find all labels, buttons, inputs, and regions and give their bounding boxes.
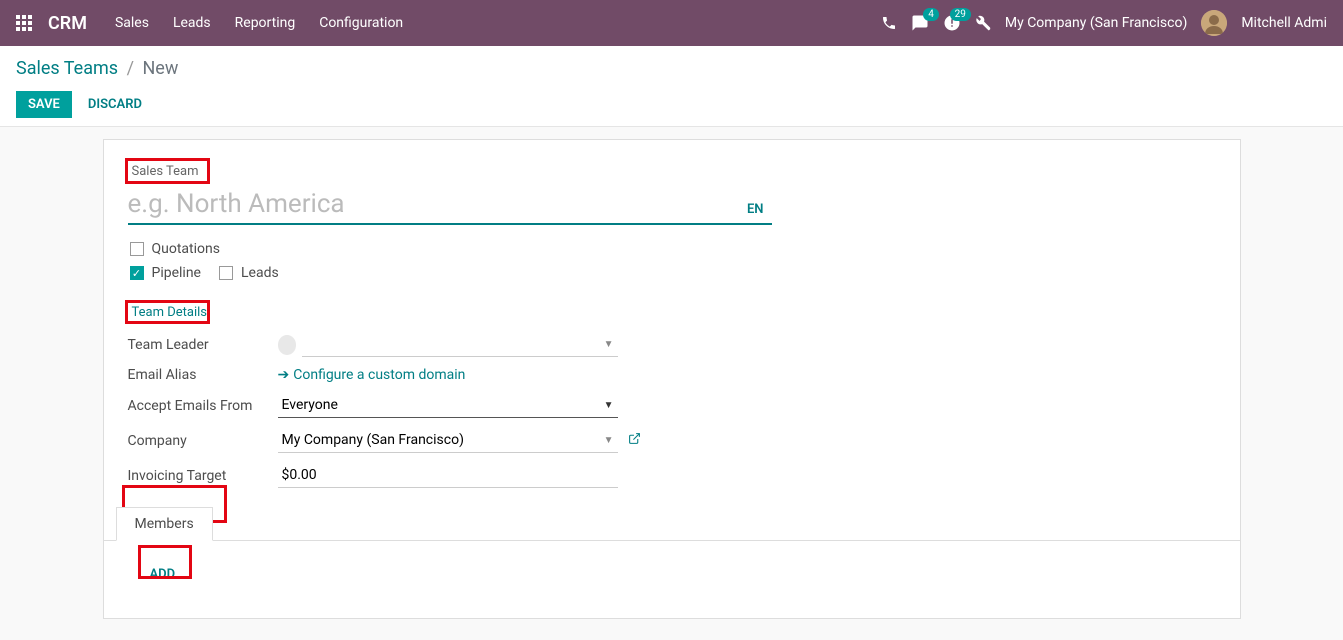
invoicing-target-label: Invoicing Target xyxy=(128,468,278,484)
configure-domain-link[interactable]: ➔ Configure a custom domain xyxy=(278,367,466,383)
tools-icon[interactable] xyxy=(975,15,991,31)
quotations-checkbox[interactable] xyxy=(130,242,144,256)
invoicing-target-input[interactable] xyxy=(278,463,618,488)
call-icon[interactable] xyxy=(881,15,897,31)
messages-badge: 4 xyxy=(923,8,939,21)
add-button[interactable]: ADD xyxy=(142,561,184,588)
tab-members[interactable]: Members xyxy=(116,507,213,541)
name-input[interactable] xyxy=(128,185,739,225)
discard-button[interactable]: DISCARD xyxy=(84,91,146,118)
quotations-label: Quotations xyxy=(152,241,220,257)
apps-icon[interactable] xyxy=(16,15,32,31)
user-name[interactable]: Mitchell Admi xyxy=(1241,15,1327,31)
email-alias-label: Email Alias xyxy=(128,367,278,383)
activities-badge: 29 xyxy=(950,8,971,21)
action-bar: Sales Teams / New SAVE DISCARD xyxy=(0,46,1343,127)
app-brand[interactable]: CRM xyxy=(48,13,87,34)
nav-item-reporting[interactable]: Reporting xyxy=(235,15,296,31)
name-field-label: Sales Team xyxy=(128,162,203,181)
team-leader-input[interactable] xyxy=(302,332,618,357)
nav-menu: Sales Leads Reporting Configuration xyxy=(115,15,403,31)
leads-label: Leads xyxy=(241,265,279,281)
team-leader-label: Team Leader xyxy=(128,337,278,353)
nav-item-configuration[interactable]: Configuration xyxy=(319,15,403,31)
company-selector[interactable]: My Company (San Francisco) xyxy=(1005,15,1187,31)
lang-button[interactable]: EN xyxy=(739,202,772,225)
team-details-title: Team Details xyxy=(128,303,212,322)
company-label: Company xyxy=(128,433,278,449)
accept-emails-select[interactable] xyxy=(278,393,618,418)
nav-item-leads[interactable]: Leads xyxy=(173,15,211,31)
save-button[interactable]: SAVE xyxy=(16,91,72,118)
team-leader-avatar xyxy=(278,335,296,355)
breadcrumb-parent[interactable]: Sales Teams xyxy=(16,58,118,79)
arrow-right-icon: ➔ xyxy=(278,367,290,383)
breadcrumb-current: New xyxy=(142,58,178,79)
nav-item-sales[interactable]: Sales xyxy=(115,15,149,31)
breadcrumb-sep: / xyxy=(127,58,134,79)
accept-emails-label: Accept Emails From xyxy=(128,398,278,414)
messages-icon[interactable]: 4 xyxy=(911,14,929,32)
avatar[interactable] xyxy=(1201,10,1227,36)
pipeline-checkbox[interactable]: ✓ xyxy=(130,266,144,280)
external-link-icon[interactable] xyxy=(628,432,641,449)
leads-checkbox[interactable] xyxy=(219,266,233,280)
breadcrumb: Sales Teams / New xyxy=(16,58,1327,79)
pipeline-label: Pipeline xyxy=(152,265,202,281)
top-navbar: CRM Sales Leads Reporting Configuration … xyxy=(0,0,1343,46)
company-input[interactable] xyxy=(278,428,618,453)
configure-domain-text: Configure a custom domain xyxy=(293,367,465,383)
form-sheet: Sales Team EN Quotations ✓ Pipeline Le xyxy=(103,139,1241,619)
activities-icon[interactable]: 29 xyxy=(943,14,961,32)
